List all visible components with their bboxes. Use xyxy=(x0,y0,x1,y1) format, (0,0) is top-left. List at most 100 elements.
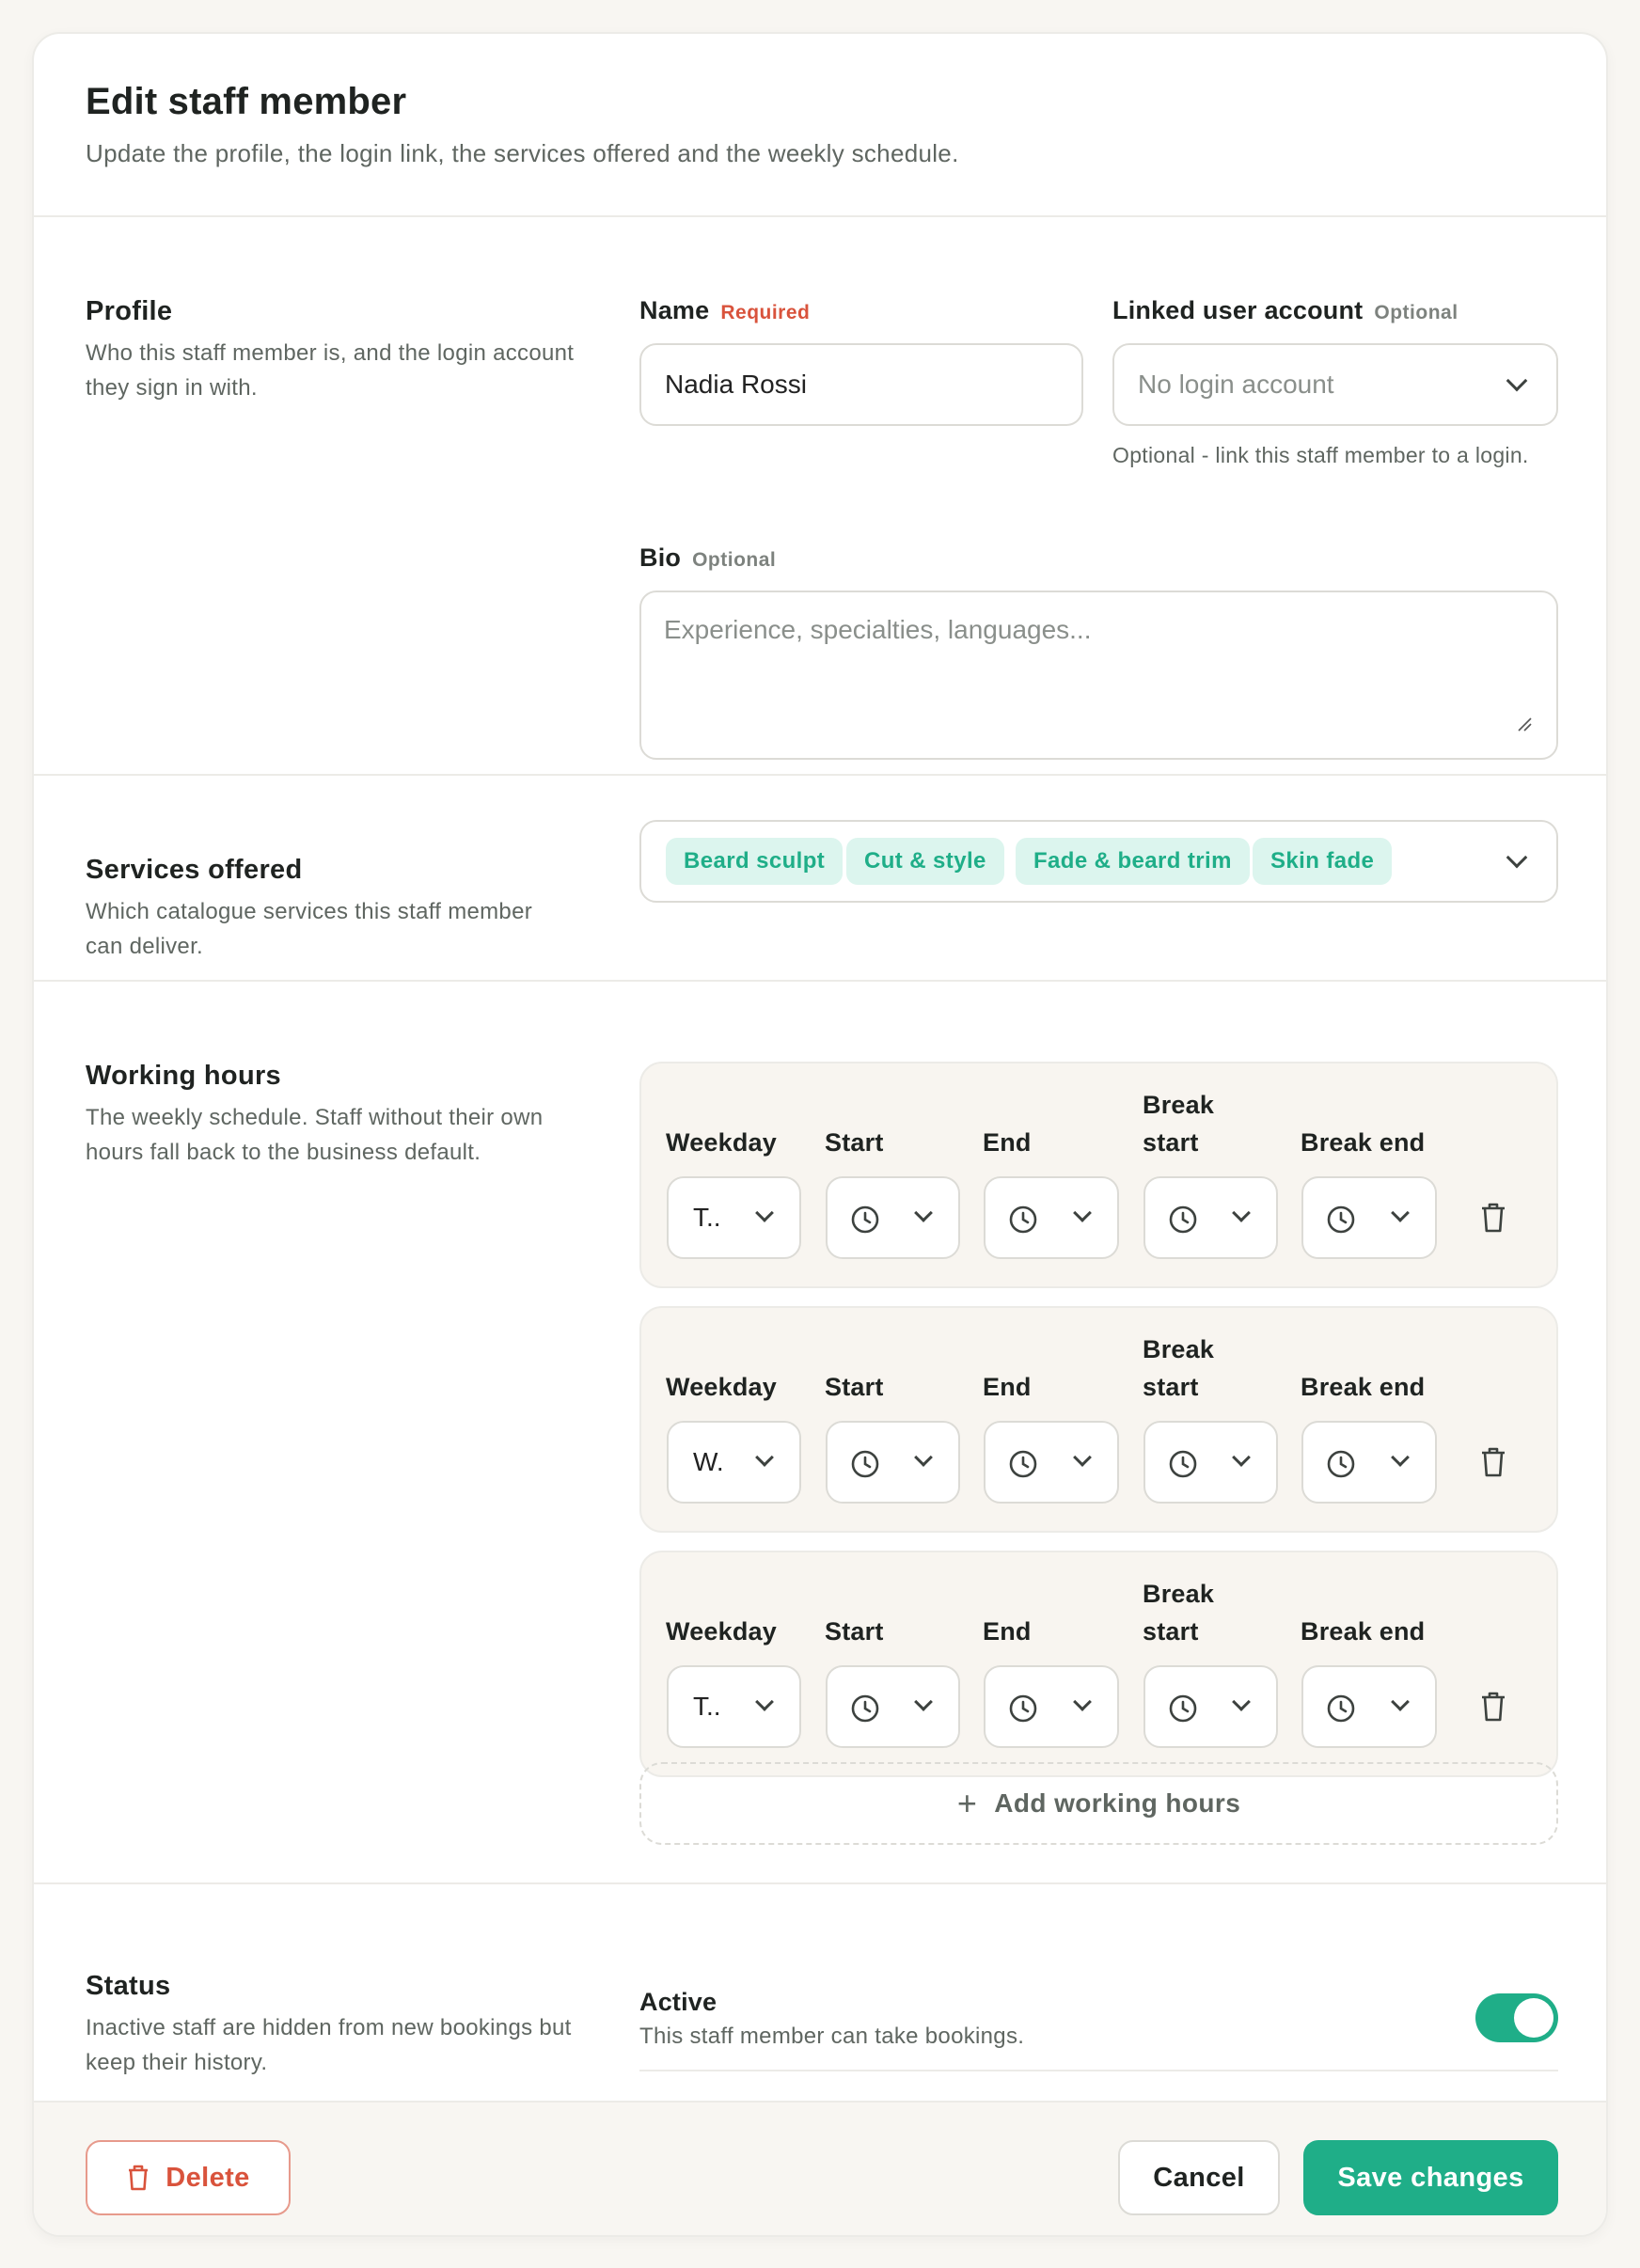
break-end-column-label: Break end xyxy=(1301,1373,1426,1401)
optional-tag: Optional xyxy=(692,549,777,571)
add-working-hours-button[interactable]: + Add working hours xyxy=(639,1762,1558,1845)
weekday-select[interactable]: T.. xyxy=(667,1665,801,1748)
start-column-label: Start xyxy=(825,1128,884,1157)
chevron-down-icon xyxy=(1232,1448,1251,1467)
linked-account-hint: Optional - link this staff member to a l… xyxy=(1112,443,1529,467)
chevron-down-icon xyxy=(1391,1693,1410,1711)
chevron-down-icon xyxy=(1073,1448,1092,1467)
services-title: Services offered xyxy=(86,855,303,885)
chevron-down-icon xyxy=(1506,370,1528,392)
chevron-down-icon xyxy=(1232,1693,1251,1711)
dialog-title: Edit staff member xyxy=(86,81,407,122)
working-hours-row: Weekday W. Start End Break start Break end xyxy=(639,1306,1558,1533)
chevron-down-icon xyxy=(1232,1204,1251,1222)
break-start-select[interactable] xyxy=(1143,1176,1278,1259)
break-start-select[interactable] xyxy=(1143,1665,1278,1748)
chevron-down-icon xyxy=(1391,1448,1410,1467)
working-hours-row: Weekday T.. Start End Break start Break end xyxy=(639,1551,1558,1777)
weekday-column-label: Weekday xyxy=(666,1128,777,1157)
chevron-down-icon xyxy=(755,1448,774,1467)
delete-label: Delete xyxy=(166,2162,250,2193)
break-start-select[interactable] xyxy=(1143,1421,1278,1504)
linked-account-label: Linked user account Optional xyxy=(1112,296,1459,325)
bio-placeholder: Experience, specialties, languages... xyxy=(664,615,1092,644)
end-column-label: End xyxy=(983,1373,1032,1401)
clock-icon xyxy=(1009,1694,1037,1723)
name-input-value: Nadia Rossi xyxy=(665,370,807,399)
working-hours-title: Working hours xyxy=(86,1061,281,1091)
weekday-select[interactable]: W. xyxy=(667,1421,801,1504)
add-working-hours-label: Add working hours xyxy=(994,1788,1241,1818)
trash-icon[interactable] xyxy=(1478,1690,1508,1724)
break-end-select[interactable] xyxy=(1301,1421,1437,1504)
service-chip[interactable]: Fade & beard trim xyxy=(1016,838,1250,885)
linked-account-label-text: Linked user account xyxy=(1112,296,1364,324)
cancel-button[interactable]: Cancel xyxy=(1118,2140,1280,2215)
clock-icon xyxy=(1009,1205,1037,1234)
chevron-down-icon xyxy=(1073,1693,1092,1711)
bio-label-text: Bio xyxy=(639,543,682,572)
linked-account-select[interactable]: No login account xyxy=(1112,343,1558,426)
active-hint: This staff member can take bookings. xyxy=(639,2024,1025,2049)
status-description: Inactive staff are hidden from new booki… xyxy=(86,2015,572,2075)
end-select[interactable] xyxy=(984,1176,1119,1259)
dialog-header: Edit staff member Update the profile, th… xyxy=(34,34,1606,217)
chevron-down-icon xyxy=(1073,1204,1092,1222)
name-label-text: Name xyxy=(639,296,710,324)
clock-icon xyxy=(851,1205,879,1234)
profile-title: Profile xyxy=(86,296,173,326)
services-multiselect[interactable]: Beard sculpt Cut & style Fade & beard tr… xyxy=(639,820,1558,903)
bio-label: Bio Optional xyxy=(639,543,776,573)
chevron-down-icon xyxy=(914,1448,933,1467)
weekday-value: T.. xyxy=(693,1692,721,1721)
bio-textarea[interactable]: Experience, specialties, languages... xyxy=(639,591,1558,760)
plus-icon: + xyxy=(956,1784,978,1822)
start-select[interactable] xyxy=(826,1665,960,1748)
delete-button[interactable]: Delete xyxy=(86,2140,291,2215)
start-column-label: Start xyxy=(825,1617,884,1646)
dialog-subtitle: Update the profile, the login link, the … xyxy=(86,139,959,167)
trash-icon xyxy=(129,2165,149,2191)
profile-description: Who this staff member is, and the login … xyxy=(86,340,575,401)
chevron-down-icon xyxy=(1391,1204,1410,1222)
start-select[interactable] xyxy=(826,1421,960,1504)
save-button[interactable]: Save changes xyxy=(1303,2140,1558,2215)
end-select[interactable] xyxy=(984,1665,1119,1748)
clock-icon xyxy=(1327,1694,1355,1723)
clock-icon xyxy=(1169,1205,1197,1234)
service-chip[interactable]: Skin fade xyxy=(1253,838,1393,885)
linked-account-value: No login account xyxy=(1138,370,1334,399)
clock-icon xyxy=(1009,1450,1037,1478)
break-end-column-label: Break end xyxy=(1301,1128,1426,1157)
resize-handle-icon[interactable] xyxy=(1517,717,1532,732)
trash-icon[interactable] xyxy=(1478,1445,1508,1479)
name-input[interactable]: Nadia Rossi xyxy=(639,343,1083,426)
clock-icon xyxy=(1169,1450,1197,1478)
end-select[interactable] xyxy=(984,1421,1119,1504)
weekday-value: T.. xyxy=(693,1203,721,1232)
chevron-down-icon xyxy=(755,1693,774,1711)
trash-icon[interactable] xyxy=(1478,1201,1508,1235)
service-chip[interactable]: Beard sculpt xyxy=(666,838,844,885)
break-start-column-label: Break start xyxy=(1143,1335,1215,1401)
active-toggle[interactable] xyxy=(1475,1993,1558,2042)
end-column-label: End xyxy=(983,1128,1032,1157)
break-start-column-label: Break start xyxy=(1143,1091,1215,1157)
divider xyxy=(639,2070,1558,2071)
start-select[interactable] xyxy=(826,1176,960,1259)
end-column-label: End xyxy=(983,1617,1032,1646)
status-section: Status Inactive staff are hidden from ne… xyxy=(34,1884,1606,2101)
break-end-select[interactable] xyxy=(1301,1176,1437,1259)
weekday-column-label: Weekday xyxy=(666,1617,777,1646)
chevron-down-icon xyxy=(755,1204,774,1222)
service-chip[interactable]: Cut & style xyxy=(846,838,1004,885)
break-end-select[interactable] xyxy=(1301,1665,1437,1748)
required-tag: Required xyxy=(720,302,811,323)
edit-staff-dialog: Edit staff member Update the profile, th… xyxy=(32,32,1608,2237)
clock-icon xyxy=(1327,1450,1355,1478)
weekday-select[interactable]: T.. xyxy=(667,1176,801,1259)
start-column-label: Start xyxy=(825,1373,884,1401)
break-end-column-label: Break end xyxy=(1301,1617,1426,1646)
services-section: Services offered Which catalogue service… xyxy=(34,776,1606,982)
clock-icon xyxy=(851,1450,879,1478)
